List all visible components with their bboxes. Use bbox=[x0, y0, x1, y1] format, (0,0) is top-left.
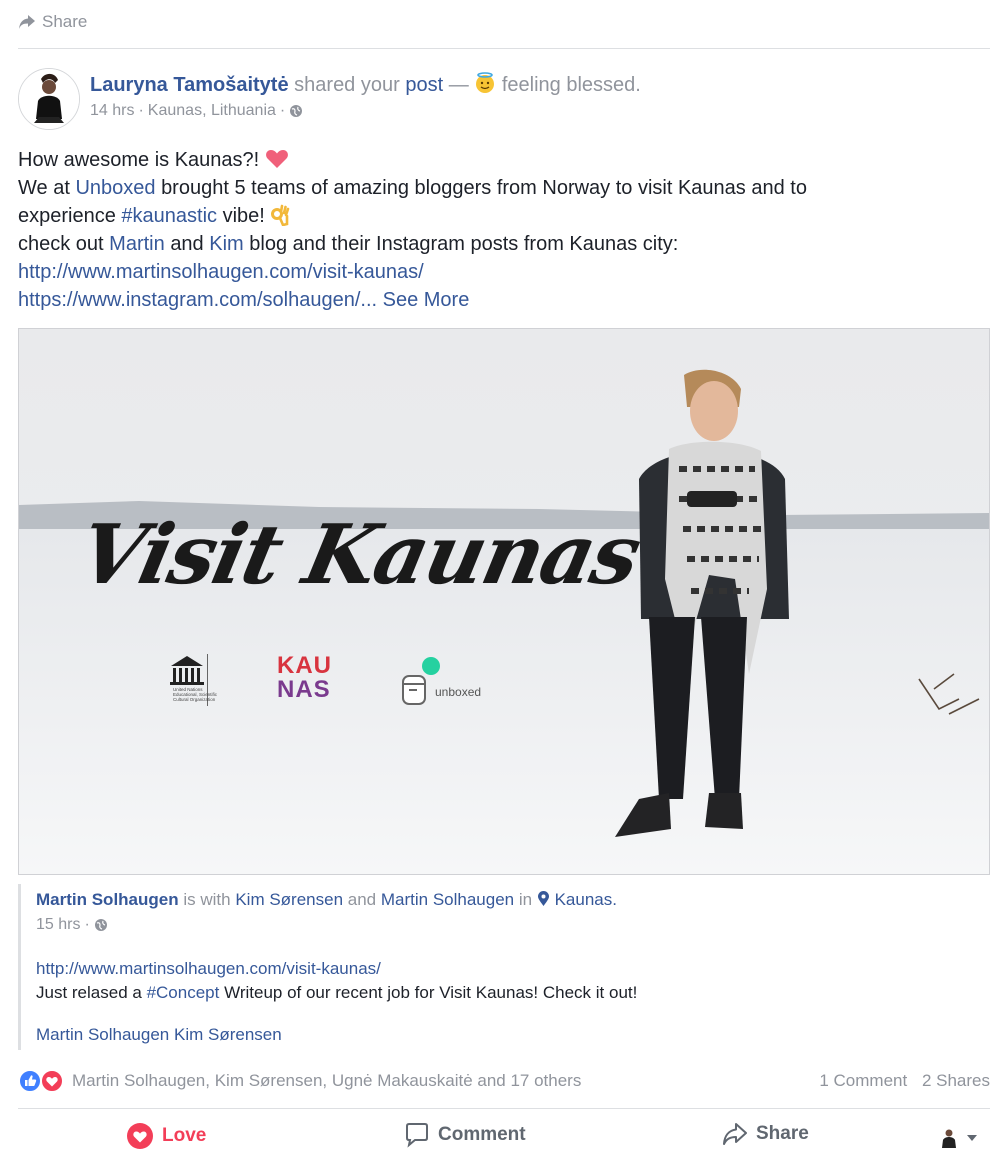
body-text: We at bbox=[18, 177, 70, 199]
share-label: Share bbox=[756, 1123, 809, 1144]
share-count[interactable]: 2 Shares bbox=[922, 1071, 990, 1090]
body-line: https://www.instagram.com/solhaugen/... … bbox=[18, 286, 988, 314]
body-line: check out Martin and Kim blog and their … bbox=[18, 230, 988, 258]
shared-url-link[interactable]: http://www.martinsolhaugen.com/visit-kau… bbox=[36, 959, 381, 979]
love-button[interactable]: Love bbox=[126, 1122, 206, 1150]
url-link-2[interactable]: https://www.instagram.com/solhaugen/... bbox=[18, 289, 377, 311]
shared-is-with: is with bbox=[183, 890, 231, 909]
actions-divider bbox=[18, 1108, 990, 1109]
reaction-counts: 1 Comment 2 Shares bbox=[809, 1071, 990, 1091]
body-text: and bbox=[170, 233, 204, 255]
shared-time[interactable]: 15 hrs bbox=[36, 916, 80, 934]
concept-hashtag[interactable]: #Concept bbox=[147, 983, 220, 1002]
halo-emoji-icon bbox=[476, 72, 495, 93]
post-header: Lauryna Tamošaitytė shared your post — f… bbox=[18, 68, 988, 130]
shared-and: and bbox=[347, 890, 377, 909]
ok-hand-emoji-icon bbox=[271, 204, 290, 227]
kaunas-logo: KAU NAS bbox=[277, 654, 332, 702]
avatar[interactable] bbox=[18, 68, 80, 130]
body-text: blog and their Instagram posts from Kaun… bbox=[249, 233, 679, 255]
body-text: vibe! bbox=[222, 205, 265, 227]
body-text: experience bbox=[18, 205, 116, 227]
reaction-as-selector[interactable] bbox=[938, 1126, 978, 1150]
see-more-link[interactable]: See More bbox=[383, 289, 470, 311]
svg-text:Cultural Organization: Cultural Organization bbox=[173, 697, 216, 702]
feeling-text: feeling blessed. bbox=[501, 74, 641, 96]
shared-post: Martin Solhaugen is with Kim Sørensen an… bbox=[18, 884, 991, 1050]
comment-button[interactable]: Comment bbox=[404, 1122, 526, 1148]
comment-count[interactable]: 1 Comment bbox=[819, 1071, 907, 1090]
shared-header: Martin Solhaugen is with Kim Sørensen an… bbox=[36, 890, 617, 910]
header-line: Lauryna Tamošaitytė shared your post — f… bbox=[90, 72, 641, 97]
shared-text-a: Just relased a bbox=[36, 983, 142, 1002]
post-link[interactable]: post bbox=[405, 74, 443, 96]
reaction-names[interactable]: Martin Solhaugen, Kim Sørensen, Ugnė Mak… bbox=[72, 1071, 581, 1091]
meta-separator: · bbox=[84, 916, 90, 933]
top-share-label: Share bbox=[42, 12, 88, 31]
shared-text: shared your bbox=[294, 74, 400, 96]
top-share-link[interactable]: Share bbox=[18, 12, 87, 32]
body-text: check out bbox=[18, 233, 104, 255]
shared-in: in bbox=[518, 890, 533, 909]
dash: — bbox=[448, 74, 469, 96]
comment-bubble-icon bbox=[406, 1123, 428, 1148]
shared-text-b: Writeup of our recent job for Visit Kaun… bbox=[224, 983, 638, 1002]
author-name[interactable]: Lauryna Tamošaitytė bbox=[90, 74, 289, 96]
location-pin-icon bbox=[537, 891, 549, 906]
tag-martin[interactable]: Martin Solhaugen bbox=[381, 890, 514, 909]
body-line: How awesome is Kaunas?! bbox=[18, 146, 988, 174]
hashtag-link[interactable]: #kaunastic bbox=[121, 205, 217, 227]
url-link-1[interactable]: http://www.martinsolhaugen.com/visit-kau… bbox=[18, 261, 424, 283]
martin-link[interactable]: Martin bbox=[109, 233, 165, 255]
unboxed-logo-icon bbox=[402, 657, 440, 705]
meta-separator: · bbox=[138, 102, 144, 119]
body-text: brought 5 teams of amazing bloggers from… bbox=[161, 177, 807, 199]
unesco-logo: United Nations Educational, Scientific C… bbox=[167, 654, 227, 712]
shared-author[interactable]: Martin Solhaugen bbox=[36, 890, 179, 909]
photo-title: Visit Kaunas bbox=[70, 507, 648, 603]
body-line: We at Unboxed brought 5 teams of amazing… bbox=[18, 174, 988, 202]
post-photo[interactable]: Visit Kaunas United Nations Educational,… bbox=[18, 328, 990, 875]
love-label: Love bbox=[162, 1125, 207, 1146]
shared-tags[interactable]: Martin Solhaugen Kim Sørensen bbox=[36, 1025, 282, 1045]
post-body: How awesome is Kaunas?! We at Unboxed br… bbox=[18, 146, 988, 314]
reaction-icons[interactable] bbox=[18, 1069, 66, 1093]
body-line1-text: How awesome is Kaunas?! bbox=[18, 149, 260, 171]
kaunas-logo-top: KAU bbox=[277, 652, 332, 679]
shared-meta: 15 hrs · bbox=[36, 916, 108, 934]
avatar bbox=[938, 1126, 960, 1150]
unboxed-logo-text: unboxed bbox=[435, 685, 482, 699]
top-divider bbox=[18, 48, 990, 49]
globe-icon bbox=[94, 919, 107, 931]
post-meta: 14 hrs · Kaunas, Lithuania · bbox=[90, 102, 303, 120]
share-button[interactable]: Share bbox=[722, 1122, 809, 1146]
kim-link[interactable]: Kim bbox=[209, 233, 243, 255]
body-line: experience #kaunastic vibe! bbox=[18, 202, 988, 230]
shared-text: Just relased a #Concept Writeup of our r… bbox=[36, 983, 637, 1003]
share-arrow-icon bbox=[19, 15, 35, 29]
tag-kim[interactable]: Kim Sørensen bbox=[235, 890, 343, 909]
post-actions: Love Comment Share bbox=[18, 1122, 990, 1158]
comment-label: Comment bbox=[438, 1124, 526, 1145]
post-location[interactable]: Kaunas, Lithuania bbox=[148, 102, 276, 120]
love-reaction-icon bbox=[127, 1123, 153, 1149]
post-time[interactable]: 14 hrs bbox=[90, 102, 134, 120]
kaunas-logo-bottom: NAS bbox=[277, 676, 331, 703]
share-arrow-icon bbox=[723, 1123, 747, 1145]
place-link[interactable]: Kaunas. bbox=[555, 890, 617, 909]
heart-emoji-icon bbox=[265, 150, 288, 168]
globe-icon bbox=[290, 105, 303, 117]
body-line: http://www.martinsolhaugen.com/visit-kau… bbox=[18, 258, 988, 286]
chevron-down-icon bbox=[967, 1135, 977, 1141]
unboxed-link[interactable]: Unboxed bbox=[75, 177, 155, 199]
meta-separator: · bbox=[279, 102, 286, 119]
reactions-bar: Martin Solhaugen, Kim Sørensen, Ugnė Mak… bbox=[18, 1068, 990, 1094]
